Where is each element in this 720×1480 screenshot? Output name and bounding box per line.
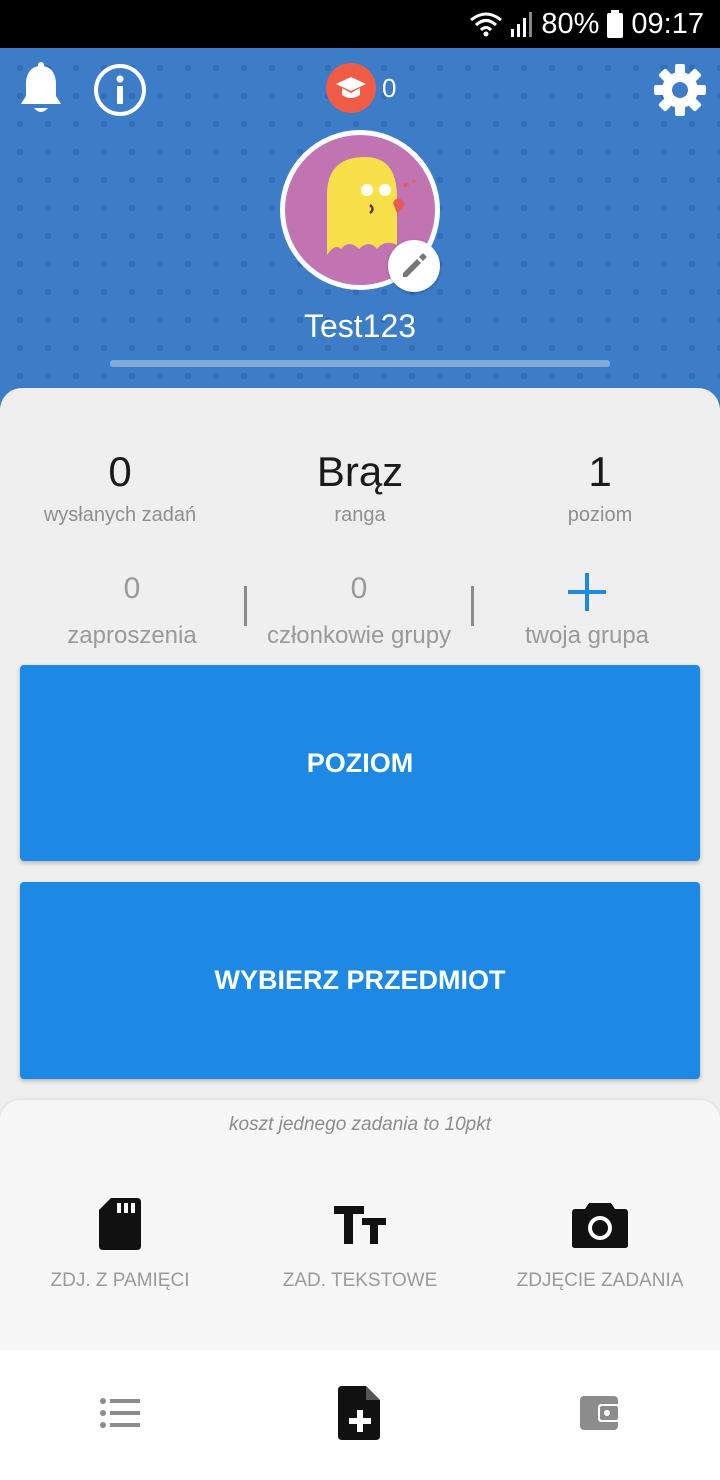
stat-label: ranga [334,504,386,526]
pencil-icon [403,253,427,277]
info-icon [94,64,146,116]
nav-wallet-button[interactable] [560,1378,640,1448]
choose-subject-button[interactable]: WYBIERZ PRZEDMIOT [20,882,700,1079]
stat-value: 0 [108,448,132,495]
add-file-icon [338,1386,380,1440]
group-members-count: 0 [350,572,368,605]
status-icons: 80% 09:17 [469,0,704,48]
battery-percent: 80% [541,7,600,40]
stat-level: 1 poziom [480,448,720,527]
points-count: 0 [382,72,397,103]
photo-from-memory-label: ZDJ. Z PAMIĘCI [50,1270,190,1291]
points-indicator[interactable]: 0 [326,62,396,114]
settings-button[interactable] [650,60,710,120]
level-progress-bar [110,360,610,367]
stat-value: 1 [588,448,612,495]
info-button[interactable] [92,62,148,118]
wallet-icon [580,1396,620,1430]
stat-sent-tasks: 0 wysłanych zadań [0,448,240,527]
task-photo-button[interactable]: ZDJĘCIE ZADANIA [480,1192,720,1292]
level-button[interactable]: POZIOM [20,665,700,861]
wifi-icon [470,12,503,37]
task-cost-note: koszt jednego zadania to 10pkt [229,1114,491,1135]
list-icon [100,1398,140,1428]
gear-icon [654,64,706,116]
stat-label: poziom [567,504,633,526]
battery-icon [607,10,624,38]
group-members-label: członkowie grupy [266,622,452,649]
bell-icon [21,62,61,112]
group-members-button[interactable]: 0 członkowie grupy [244,572,474,650]
signal-icon [511,12,533,37]
nav-list-button[interactable] [80,1378,160,1448]
status-bar: 80% 09:17 [0,0,720,48]
nav-new-task-button[interactable] [320,1378,400,1448]
invitations-button[interactable]: 0 zaproszenia [17,572,247,650]
graduation-cap-icon [326,63,376,113]
your-group-button[interactable]: twoja grupa [472,572,702,650]
invitations-label: zaproszenia [67,622,197,649]
edit-avatar-button[interactable] [388,240,440,292]
photo-from-memory-button[interactable]: ZDJ. Z PAMIĘCI [0,1192,240,1292]
notifications-button[interactable] [14,60,68,118]
bottom-navigation [0,1350,720,1480]
username: Test123 [303,308,417,344]
invitations-count: 0 [123,572,141,605]
clock: 09:17 [631,7,704,40]
plus-icon [472,572,702,611]
profile-header: 0 Test123 [0,48,720,408]
task-photo-label: ZDJĘCIE ZADANIA [516,1270,684,1291]
sd-card-icon [0,1192,240,1256]
stat-label: wysłanych zadań [43,504,197,526]
stat-rank: Brąz ranga [240,448,480,527]
text-size-icon [240,1192,480,1256]
text-task-button[interactable]: ZAD. TEKSTOWE [240,1192,480,1292]
your-group-label: twoja grupa [524,622,650,649]
camera-icon [480,1192,720,1256]
stat-value: Brąz [316,448,404,495]
text-task-label: ZAD. TEKSTOWE [282,1270,438,1291]
